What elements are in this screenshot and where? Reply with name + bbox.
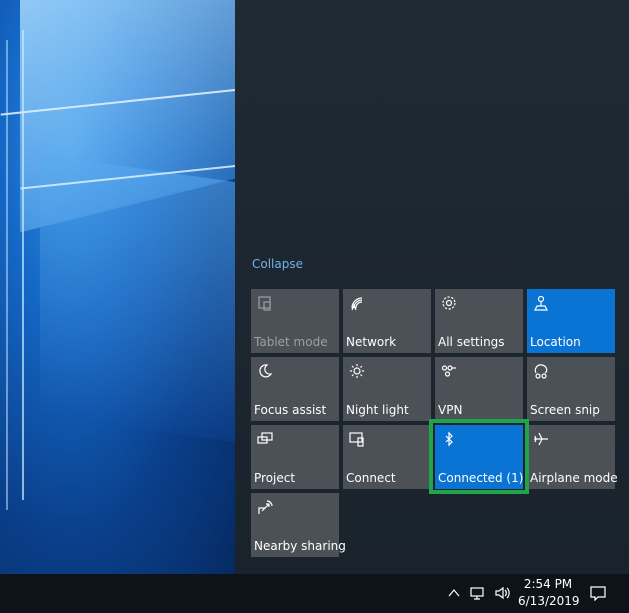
tile-all-settings[interactable]: All settings: [435, 289, 523, 353]
tile-label: VPN: [438, 403, 463, 417]
tile-label: Screen snip: [530, 403, 600, 417]
tile-label: Network: [346, 335, 397, 349]
tile-airplane-mode[interactable]: Airplane mode: [527, 425, 618, 489]
location-icon: [533, 295, 549, 311]
tile-screen-snip[interactable]: Screen snip: [527, 357, 615, 421]
tile-label: Connect: [346, 471, 396, 485]
gear-icon: [441, 295, 457, 311]
vpn-icon: [441, 363, 457, 379]
date-text: 6/13/2019: [518, 594, 580, 608]
tile-label: All settings: [438, 335, 505, 349]
tablet-mode-icon: [257, 295, 273, 311]
network-icon: [349, 295, 365, 311]
nearby-sharing-icon: [257, 499, 273, 515]
tile-label: Location: [530, 335, 581, 349]
chevron-up-icon[interactable]: [446, 585, 462, 601]
tile-network[interactable]: Network: [343, 289, 431, 353]
network-icon[interactable]: [470, 585, 486, 601]
sun-icon: [349, 363, 365, 379]
tile-tablet-mode[interactable]: Tablet mode: [251, 289, 339, 353]
collapse-link[interactable]: Collapse: [252, 257, 303, 271]
moon-icon: [257, 363, 273, 379]
tile-location[interactable]: Location: [527, 289, 615, 353]
tile-label: Focus assist: [254, 403, 327, 417]
airplane-icon: [533, 431, 549, 447]
notification-icon[interactable]: [590, 585, 606, 602]
tile-label: Airplane mode: [530, 471, 618, 485]
clock[interactable]: 2:54 PM 6/13/2019: [518, 576, 580, 610]
tile-label: Night light: [346, 403, 409, 417]
tile-label: Nearby sharing: [254, 539, 346, 553]
tile-night-light[interactable]: Night light: [343, 357, 431, 421]
time-text: 2:54 PM: [523, 577, 573, 591]
tile-bluetooth[interactable]: Connected (1): [435, 425, 523, 489]
connect-icon: [349, 431, 365, 447]
tile-focus-assist[interactable]: Focus assist: [251, 357, 339, 421]
tile-vpn[interactable]: VPN: [435, 357, 523, 421]
bluetooth-icon: [441, 431, 457, 447]
tile-label: Connected (1): [438, 471, 524, 485]
volume-icon[interactable]: [494, 585, 510, 601]
tile-connect[interactable]: Connect: [343, 425, 431, 489]
desktop-wallpaper: [0, 0, 235, 574]
project-icon: [257, 431, 273, 447]
screen-snip-icon: [533, 363, 549, 379]
tile-project[interactable]: Project: [251, 425, 339, 489]
tile-label: Project: [254, 471, 296, 485]
tile-label: Tablet mode: [254, 335, 328, 349]
tile-nearby-sharing[interactable]: Nearby sharing: [251, 493, 346, 557]
